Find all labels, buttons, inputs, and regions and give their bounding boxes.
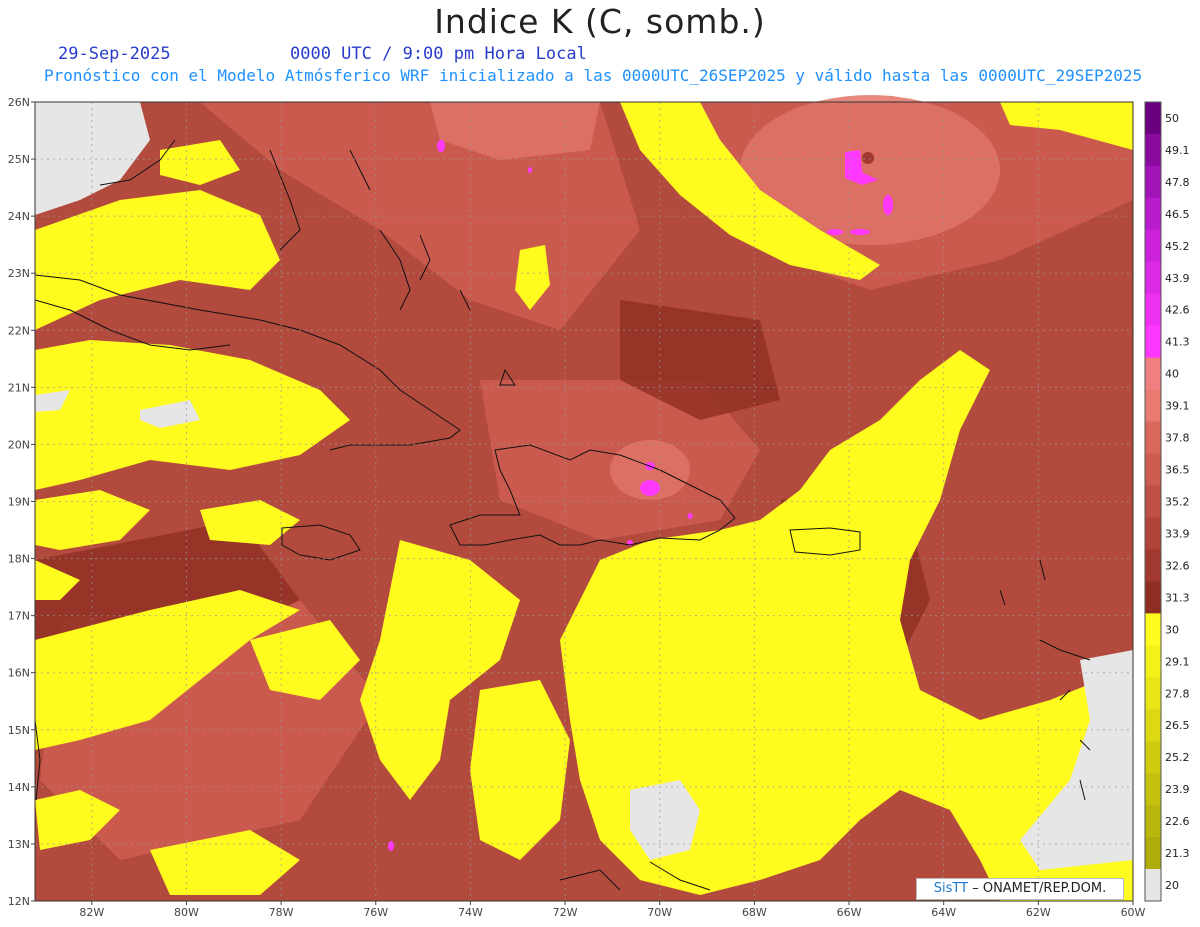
colorbar-label: 33.9 xyxy=(1165,527,1190,540)
colorbar-swatch xyxy=(1145,229,1161,263)
colorbar-label: 50 xyxy=(1165,112,1179,125)
colorbar-swatch xyxy=(1145,293,1161,327)
colorbar-swatch xyxy=(1145,261,1161,295)
colorbar-label: 26.5 xyxy=(1165,719,1190,732)
colorbar-swatch xyxy=(1145,421,1161,455)
colorbar-swatch xyxy=(1145,133,1161,167)
lat-label: 22N xyxy=(8,324,30,337)
colorbar-swatch xyxy=(1145,325,1161,359)
lon-label: 64W xyxy=(931,906,956,919)
colorbar-swatch xyxy=(1145,613,1161,646)
colorbar-swatch xyxy=(1145,869,1161,902)
colorbar-swatch xyxy=(1145,165,1161,199)
lat-label: 26N xyxy=(8,96,30,109)
k-index-map: 26N 25N 24N 23N 22N 21N 20N 19N 18N 17N 16N 15N 14N 1… xyxy=(8,95,1190,919)
lat-label: 20N xyxy=(8,438,30,451)
lat-label: 19N xyxy=(8,496,30,509)
colorbar-swatch xyxy=(1145,581,1161,614)
lat-label: 15N xyxy=(8,724,30,737)
colorbar-label: 39.1 xyxy=(1165,400,1190,413)
colorbar-label: 31.3 xyxy=(1165,591,1190,604)
lat-label: 21N xyxy=(8,381,30,394)
colorbar-swatch xyxy=(1145,549,1161,582)
colorbar-swatch xyxy=(1145,389,1161,423)
colorbar-label: 30 xyxy=(1165,623,1179,636)
colorbar-label: 20 xyxy=(1165,879,1179,892)
credit-box: SisTT – ONAMET/REP.DOM. xyxy=(916,878,1124,900)
lon-label: 78W xyxy=(269,906,294,919)
colorbar-label: 49.1 xyxy=(1165,144,1190,157)
lat-label: 18N xyxy=(8,553,30,566)
colorbar-swatch xyxy=(1145,741,1161,774)
colorbar-swatch xyxy=(1145,677,1161,710)
lon-label: 74W xyxy=(458,906,483,919)
lat-label: 13N xyxy=(8,838,30,851)
colorbar-swatch xyxy=(1145,357,1161,391)
lon-label: 68W xyxy=(742,906,767,919)
hurricane-eye xyxy=(862,152,874,164)
colorbar-swatch xyxy=(1145,102,1161,135)
lon-label: 62W xyxy=(1026,906,1051,919)
colorbar-swatch xyxy=(1145,645,1161,678)
colorbar-label: 22.6 xyxy=(1165,815,1190,828)
lat-label: 23N xyxy=(8,267,30,280)
color-scale-bar: 50 49.1 47.8 46.5 45.2 43.9 42.6 41.3 40 39.1 37.8… xyxy=(1144,101,1190,902)
colorbar-label: 41.3 xyxy=(1165,336,1190,349)
lon-label: 60W xyxy=(1121,906,1146,919)
colorbar-swatch xyxy=(1145,485,1161,518)
colorbar-label: 40 xyxy=(1165,368,1179,381)
colorbar-swatch xyxy=(1145,773,1161,806)
colorbar-label: 37.8 xyxy=(1165,432,1190,445)
lat-label: 12N xyxy=(8,895,30,908)
latitude-labels: 26N 25N 24N 23N 22N 21N 20N 19N 18N 17N 16N 15N 14N 1… xyxy=(8,96,35,908)
lon-label: 72W xyxy=(553,906,578,919)
lat-label: 24N xyxy=(8,210,30,223)
lat-label: 14N xyxy=(8,781,30,794)
lon-label: 66W xyxy=(837,906,862,919)
colorbar-swatch xyxy=(1145,517,1161,550)
colorbar-swatch xyxy=(1145,805,1161,838)
credit-brand: SisTT xyxy=(933,881,969,896)
colorbar-swatch xyxy=(1145,709,1161,742)
colorbar-label: 21.3 xyxy=(1165,847,1190,860)
colorbar-label: 35.2 xyxy=(1165,496,1190,509)
lat-label: 17N xyxy=(8,610,30,623)
colorbar-swatch xyxy=(1145,197,1161,231)
colorbar-label: 27.8 xyxy=(1165,687,1190,700)
colorbar-label: 46.5 xyxy=(1165,208,1190,221)
colorbar-label: 43.9 xyxy=(1165,272,1190,285)
credit-text: – ONAMET/REP.DOM. xyxy=(972,881,1107,896)
lat-label: 25N xyxy=(8,153,30,166)
lon-label: 82W xyxy=(79,906,104,919)
colorbar-label: 45.2 xyxy=(1165,240,1190,253)
lat-label: 16N xyxy=(8,667,30,680)
colorbar-label: 42.6 xyxy=(1165,304,1190,317)
colorbar-label: 29.1 xyxy=(1165,655,1190,668)
colorbar-label: 23.9 xyxy=(1165,783,1190,796)
colorbar-label: 25.2 xyxy=(1165,751,1190,764)
colorbar-label: 32.6 xyxy=(1165,559,1190,572)
lon-label: 76W xyxy=(363,906,388,919)
lon-label: 70W xyxy=(647,906,672,919)
colorbar-swatch xyxy=(1145,837,1161,870)
colorbar-label: 47.8 xyxy=(1165,176,1190,189)
colorbar-label: 36.5 xyxy=(1165,464,1190,477)
longitude-labels: 82W 80W 78W 76W 74W 72W 70W 68W 66W 64W 62W 60W xyxy=(79,901,1146,919)
lon-label: 80W xyxy=(174,906,199,919)
colorbar-swatch xyxy=(1145,453,1161,487)
